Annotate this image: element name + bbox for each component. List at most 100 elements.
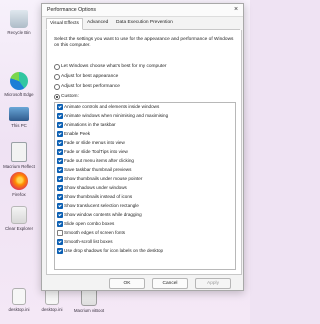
tab-advanced[interactable]: Advanced bbox=[84, 18, 111, 28]
checkbox[interactable] bbox=[57, 212, 63, 218]
checkbox-drop-shadows-desktop-labels[interactable]: Use drop shadows for icon labels on the … bbox=[57, 247, 233, 254]
dialog-titlebar[interactable]: Performance Options × bbox=[42, 4, 243, 17]
checkbox-label: Show thumbnails instead of icons bbox=[64, 194, 133, 199]
checkbox-label: Animate controls and elements inside win… bbox=[64, 104, 160, 109]
checkbox-window-contents-dragging[interactable]: Show window contents while dragging bbox=[57, 211, 233, 218]
file-icon bbox=[12, 288, 26, 305]
checkbox-translucent-selection[interactable]: Show translucent selection rectangle bbox=[57, 202, 233, 209]
desktop-icon-label: Clear Explorer bbox=[4, 226, 34, 231]
desktop-icon-firefox[interactable]: Firefox bbox=[2, 172, 36, 197]
recycle-bin-icon bbox=[10, 10, 28, 28]
radio-best-appearance[interactable]: Adjust for best appearance bbox=[54, 73, 234, 80]
checkbox[interactable] bbox=[57, 221, 63, 227]
checkbox-label: Animate windows when minimising and maxi… bbox=[64, 113, 169, 118]
checkbox[interactable] bbox=[57, 104, 63, 110]
radio-let-windows-choose[interactable]: Let Windows choose what’s best for my co… bbox=[54, 63, 234, 70]
dialog-title: Performance Options bbox=[47, 7, 97, 13]
visual-effects-panel: Select the settings you want to use for … bbox=[46, 30, 242, 275]
cleaner-icon bbox=[11, 206, 27, 224]
checkbox-animate-windows[interactable]: Animate windows when minimising and maxi… bbox=[57, 112, 233, 119]
radio-label: Let Windows choose what’s best for my co… bbox=[61, 64, 167, 69]
checkbox-smooth-scroll-lists[interactable]: Smooth-scroll list boxes bbox=[57, 238, 233, 245]
performance-options-dialog: Performance Options × Visual Effects Adv… bbox=[41, 3, 244, 291]
desktop-icon-label: Firefox bbox=[12, 192, 26, 197]
tab-data-execution-prevention[interactable]: Data Execution Prevention bbox=[113, 18, 176, 28]
checkbox-thumbnails-under-pointer[interactable]: Show thumbnails under mouse pointer bbox=[57, 175, 233, 182]
checkbox-label: Use drop shadows for icon labels on the … bbox=[64, 248, 164, 253]
edge-icon bbox=[10, 72, 28, 90]
checkbox[interactable] bbox=[57, 239, 63, 245]
radio-label: Adjust for best appearance bbox=[61, 74, 119, 79]
checkbox[interactable] bbox=[57, 167, 63, 173]
desktop-icon-macrium-viboot[interactable]: Macrium viBoot bbox=[72, 288, 106, 313]
checkbox-enable-peek[interactable]: Enable Peek bbox=[57, 130, 233, 137]
firefox-icon bbox=[10, 172, 28, 190]
checkbox[interactable] bbox=[57, 194, 63, 200]
checkbox[interactable] bbox=[57, 248, 63, 254]
desktop-icon-macrium-reflect[interactable]: Macrium Reflect bbox=[2, 142, 36, 169]
checkbox-label: Smooth-scroll list boxes bbox=[64, 239, 113, 244]
checkbox-label: Animations in the taskbar bbox=[64, 122, 116, 127]
apply-button[interactable]: Apply bbox=[195, 278, 231, 289]
checkbox-label: Save taskbar thumbnail previews bbox=[64, 167, 132, 172]
desktop-icon-clear-explorer[interactable]: Clear Explorer bbox=[2, 206, 36, 231]
settings-description: Select the settings you want to use for … bbox=[54, 37, 234, 48]
ok-button[interactable]: OK bbox=[109, 278, 145, 289]
desktop-icon-label: Macrium Reflect bbox=[3, 164, 35, 169]
checkbox-animations-taskbar[interactable]: Animations in the taskbar bbox=[57, 121, 233, 128]
checkbox[interactable] bbox=[57, 113, 63, 119]
radio-label: Adjust for best performance bbox=[61, 84, 120, 89]
desktop-icon-label: Recycle Bin bbox=[7, 30, 31, 35]
desktop-icon-edge[interactable]: Microsoft Edge bbox=[2, 72, 36, 97]
desktop-icon-desktop-ini-1[interactable]: desktop.ini bbox=[2, 288, 36, 312]
checkbox-label: Enable Peek bbox=[64, 131, 91, 136]
tab-visual-effects[interactable]: Visual Effects bbox=[46, 18, 83, 30]
checkbox-label: Show window contents while dragging bbox=[64, 212, 142, 217]
desktop-icon-label: Macrium viBoot bbox=[73, 308, 105, 313]
desktop-icon-label: desktop.ini bbox=[41, 307, 63, 312]
checkbox-label: Slide open combo boxes bbox=[64, 221, 115, 226]
document-icon bbox=[11, 142, 27, 162]
radio-button[interactable] bbox=[54, 84, 60, 90]
checkbox-smooth-screen-fonts[interactable]: Smooth edges of screen fonts bbox=[57, 229, 233, 236]
checkbox-label: Show thumbnails under mouse pointer bbox=[64, 176, 143, 181]
checkbox-label: Show shadows under windows bbox=[64, 185, 127, 190]
desktop-icon-this-pc[interactable]: This PC bbox=[2, 107, 36, 128]
checkbox-animate-controls[interactable]: Animate controls and elements inside win… bbox=[57, 103, 233, 110]
checkbox[interactable] bbox=[57, 149, 63, 155]
visual-effects-list[interactable]: Animate controls and elements inside win… bbox=[54, 102, 236, 270]
checkbox-label: Fade out menu items after clicking bbox=[64, 158, 134, 163]
checkbox-label: Show translucent selection rectangle bbox=[64, 203, 139, 208]
desktop-icon-recycle-bin[interactable]: Recycle Bin bbox=[2, 10, 36, 35]
cancel-button[interactable]: Cancel bbox=[152, 278, 188, 289]
checkbox-fade-tooltips[interactable]: Fade or slide ToolTips into view bbox=[57, 148, 233, 155]
checkbox[interactable] bbox=[57, 122, 63, 128]
checkbox[interactable] bbox=[57, 185, 63, 191]
checkbox-label: Smooth edges of screen fonts bbox=[64, 230, 126, 235]
checkbox-fade-menus[interactable]: Fade or slide menus into view bbox=[57, 139, 233, 146]
computer-icon bbox=[9, 107, 29, 121]
radio-best-performance[interactable]: Adjust for best performance bbox=[54, 83, 234, 90]
checkbox-thumbnails-instead-of-icons[interactable]: Show thumbnails instead of icons bbox=[57, 193, 233, 200]
checkbox-label: Fade or slide menus into view bbox=[64, 140, 125, 145]
close-icon[interactable]: × bbox=[229, 4, 243, 16]
tabs-bar: Visual Effects Advanced Data Execution P… bbox=[46, 18, 240, 30]
desktop-icon-desktop-ini-2[interactable]: desktop.ini bbox=[35, 288, 69, 312]
checkbox[interactable] bbox=[57, 158, 63, 164]
radio-button[interactable] bbox=[54, 64, 60, 70]
radio-button[interactable] bbox=[54, 94, 60, 100]
checkbox-shadows-under-windows[interactable]: Show shadows under windows bbox=[57, 184, 233, 191]
checkbox[interactable] bbox=[57, 230, 63, 236]
desktop-icon-label: This PC bbox=[11, 123, 27, 128]
checkbox[interactable] bbox=[57, 131, 63, 137]
checkbox-fade-menu-items[interactable]: Fade out menu items after clicking bbox=[57, 157, 233, 164]
radio-label: Custom: bbox=[61, 94, 79, 99]
checkbox[interactable] bbox=[57, 140, 63, 146]
checkbox-save-thumbnail-previews[interactable]: Save taskbar thumbnail previews bbox=[57, 166, 233, 173]
checkbox-slide-combo-boxes[interactable]: Slide open combo boxes bbox=[57, 220, 233, 227]
checkbox[interactable] bbox=[57, 176, 63, 182]
desktop-icon-label: Microsoft Edge bbox=[4, 92, 34, 97]
radio-button[interactable] bbox=[54, 74, 60, 80]
checkbox[interactable] bbox=[57, 203, 63, 209]
radio-custom[interactable]: Custom: bbox=[54, 93, 234, 100]
